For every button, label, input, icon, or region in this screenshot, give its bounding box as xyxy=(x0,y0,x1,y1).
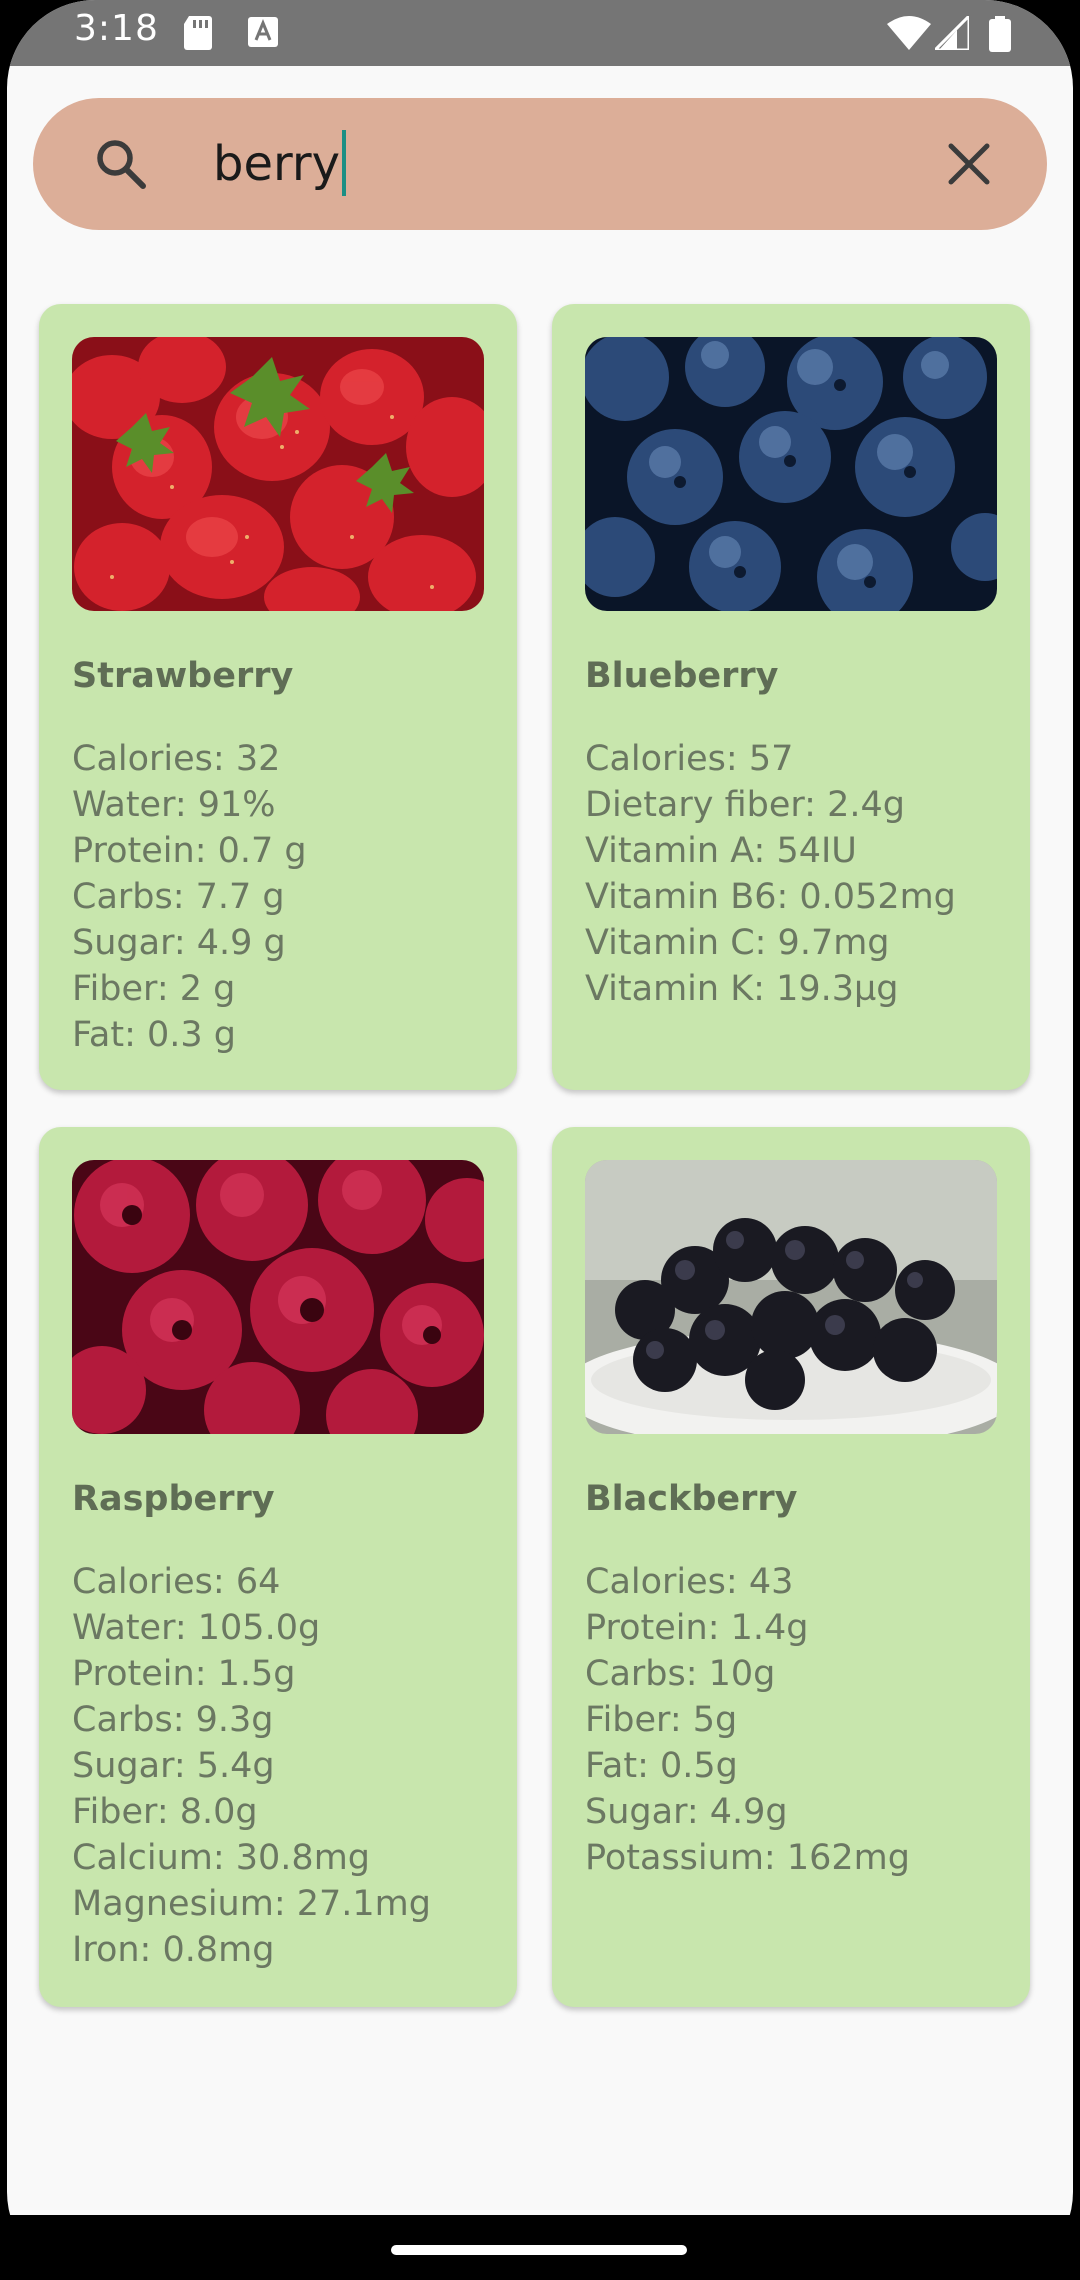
nutrition-line: Protein: 1.4g xyxy=(585,1608,809,1648)
nutrition-line: Sugar: 4.9 g xyxy=(72,923,286,963)
nutrition-line: Magnesium: 27.1mg xyxy=(72,1884,431,1924)
blackberries-photo xyxy=(585,1160,997,1434)
app-screen: 3:18 berry Strawberry Calories: 32 Water… xyxy=(7,0,1073,2280)
raspberries-photo xyxy=(72,1160,484,1434)
strawberry-image xyxy=(72,337,484,611)
fruit-name: Blackberry xyxy=(585,1479,798,1519)
fruit-name: Strawberry xyxy=(72,656,294,696)
battery-icon xyxy=(989,16,1011,52)
nutrition-line: Carbs: 9.3g xyxy=(72,1700,274,1740)
nutrition-line: Sugar: 4.9g xyxy=(585,1792,788,1832)
home-gesture-handle[interactable] xyxy=(391,2245,687,2255)
text-a-icon xyxy=(248,17,278,47)
nutrition-line: Dietary fiber: 2.4g xyxy=(585,785,905,825)
nutrition-line: Protein: 1.5g xyxy=(72,1654,296,1694)
nutrition-line: Vitamin B6: 0.052mg xyxy=(585,877,956,917)
nutrition-list: Calories: 57 Dietary fiber: 2.4g Vitamin… xyxy=(585,736,956,1012)
nutrition-list: Calories: 43 Protein: 1.4g Carbs: 10g Fi… xyxy=(585,1559,910,1881)
status-time: 3:18 xyxy=(74,8,159,49)
nutrition-line: Fiber: 2 g xyxy=(72,969,236,1009)
search-bar[interactable]: berry xyxy=(33,98,1047,230)
sd-card-icon xyxy=(184,16,212,50)
nutrition-line: Iron: 0.8mg xyxy=(72,1930,275,1970)
nutrition-list: Calories: 64 Water: 105.0g Protein: 1.5g… xyxy=(72,1559,431,1973)
nutrition-line: Water: 91% xyxy=(72,785,276,825)
nutrition-line: Fiber: 5g xyxy=(585,1700,738,1740)
search-input[interactable]: berry xyxy=(213,130,347,200)
nutrition-line: Carbs: 10g xyxy=(585,1654,776,1694)
nutrition-line: Vitamin K: 19.3µg xyxy=(585,969,899,1009)
nutrition-line: Potassium: 162mg xyxy=(585,1838,910,1878)
search-icon[interactable] xyxy=(93,136,149,192)
text-cursor xyxy=(342,130,347,196)
status-bar: 3:18 xyxy=(7,0,1073,66)
fruit-name: Raspberry xyxy=(72,1479,275,1519)
nutrition-list: Calories: 32 Water: 91% Protein: 0.7 g C… xyxy=(72,736,307,1058)
blueberries-photo xyxy=(585,337,997,611)
nutrition-line: Fat: 0.3 g xyxy=(72,1015,237,1055)
nutrition-line: Calories: 64 xyxy=(72,1562,281,1602)
fruit-card-blueberry[interactable]: Blueberry Calories: 57 Dietary fiber: 2.… xyxy=(552,304,1030,1090)
fruit-name: Blueberry xyxy=(585,656,779,696)
wifi-icon xyxy=(887,16,931,50)
blackberry-image xyxy=(585,1160,997,1434)
nutrition-line: Fat: 0.5g xyxy=(585,1746,738,1786)
nutrition-line: Calcium: 30.8mg xyxy=(72,1838,371,1878)
nutrition-line: Vitamin C: 9.7mg xyxy=(585,923,890,963)
fruit-card-strawberry[interactable]: Strawberry Calories: 32 Water: 91% Prote… xyxy=(39,304,517,1090)
fruit-card-blackberry[interactable]: Blackberry Calories: 43 Protein: 1.4g Ca… xyxy=(552,1127,1030,2007)
nutrition-line: Carbs: 7.7 g xyxy=(72,877,285,917)
search-query: berry xyxy=(213,136,341,192)
close-icon[interactable] xyxy=(941,136,997,192)
phone-frame: 3:18 berry Strawberry Calories: 32 Water… xyxy=(0,0,1080,2280)
nutrition-line: Calories: 43 xyxy=(585,1562,794,1602)
nutrition-line: Vitamin A: 54IU xyxy=(585,831,857,871)
strawberries-photo xyxy=(72,337,484,611)
nutrition-line: Water: 105.0g xyxy=(72,1608,321,1648)
nutrition-line: Protein: 0.7 g xyxy=(72,831,307,871)
nutrition-line: Calories: 32 xyxy=(72,739,281,779)
nutrition-line: Sugar: 5.4g xyxy=(72,1746,275,1786)
raspberry-image xyxy=(72,1160,484,1434)
signal-icon xyxy=(935,16,969,50)
nutrition-line: Fiber: 8.0g xyxy=(72,1792,258,1832)
blueberry-image xyxy=(585,337,997,611)
fruit-card-raspberry[interactable]: Raspberry Calories: 64 Water: 105.0g Pro… xyxy=(39,1127,517,2007)
nutrition-line: Calories: 57 xyxy=(585,739,794,779)
